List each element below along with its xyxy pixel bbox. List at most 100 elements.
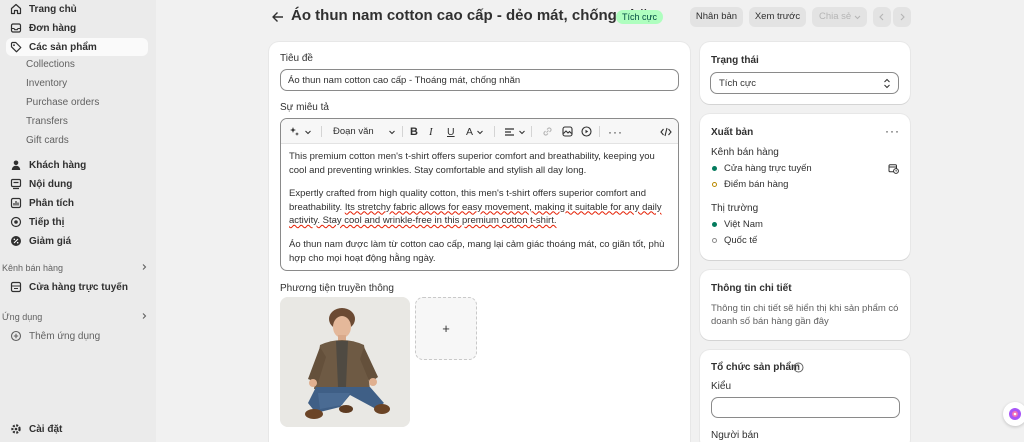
chevron-right-icon bbox=[140, 312, 148, 322]
type-input[interactable] bbox=[711, 397, 900, 418]
sales-channels-section[interactable]: Kênh bán hàng bbox=[2, 263, 148, 273]
sidebar-item-content[interactable]: Nội dung bbox=[6, 175, 148, 193]
store-icon bbox=[9, 280, 23, 294]
description-paragraph-2-flagged: Its stretchy fabric allows for easy move… bbox=[289, 201, 662, 227]
person-icon bbox=[9, 158, 23, 172]
title-input[interactable]: Áo thun nam cotton cao cấp - Thoáng mát,… bbox=[280, 69, 679, 91]
sidebar-sub-transfers[interactable]: Transfers bbox=[26, 115, 68, 129]
description-paragraph-3: Áo thun nam được làm từ cotton cao cấp, … bbox=[289, 239, 665, 264]
align-icon[interactable] bbox=[504, 124, 526, 139]
sidebar-item-label: Thêm ứng dụng bbox=[29, 330, 101, 342]
chevron-down-icon bbox=[388, 130, 395, 134]
section-heading: Kênh bán hàng bbox=[2, 263, 64, 273]
link-icon[interactable] bbox=[542, 124, 553, 139]
sidebar-item-orders[interactable]: Đơn hàng bbox=[6, 19, 148, 37]
market-international: Quốc tế bbox=[712, 235, 757, 246]
status-dot bbox=[712, 222, 717, 227]
sidebar-item-analytics[interactable]: Phân tích bbox=[6, 194, 148, 212]
underline-icon[interactable]: U bbox=[447, 124, 455, 139]
sidebar-sub-collections[interactable]: Collections bbox=[26, 58, 75, 72]
description-paragraph-2: Expertly crafted from high quality cotto… bbox=[289, 187, 669, 228]
back-arrow-icon[interactable] bbox=[271, 9, 285, 25]
markets-label: Thị trường bbox=[711, 203, 759, 214]
chevron-down-icon bbox=[305, 130, 311, 134]
channel-pos: Điểm bán hàng bbox=[712, 179, 788, 190]
target-icon bbox=[9, 215, 23, 229]
apps-section[interactable]: Ứng dụng bbox=[2, 312, 148, 322]
sidebar: Trang chủ Đơn hàng Các sản phẩm Collecti… bbox=[0, 0, 156, 442]
duplicate-button[interactable]: Nhân bản bbox=[690, 7, 743, 27]
sales-channels-label: Kênh bán hàng bbox=[711, 147, 779, 158]
sidebar-item-online-store[interactable]: Cửa hàng trực tuyến bbox=[6, 278, 148, 296]
preview-button[interactable]: Xem trước bbox=[749, 7, 806, 27]
sidebar-item-settings[interactable]: Cài đặt bbox=[6, 420, 148, 438]
description-paragraph-1: This premium cotton men's t-shirt offers… bbox=[289, 151, 655, 176]
status-dot bbox=[712, 182, 717, 187]
chevron-down-icon bbox=[854, 7, 861, 35]
next-product-button[interactable] bbox=[893, 7, 911, 27]
gear-icon bbox=[9, 422, 23, 436]
type-label: Kiểu bbox=[711, 381, 732, 392]
channel-name: Điểm bán hàng bbox=[724, 179, 789, 190]
sidebar-item-customers[interactable]: Khách hàng bbox=[6, 156, 148, 174]
sidebar-item-products[interactable]: Các sản phẩm bbox=[6, 38, 148, 56]
share-button[interactable]: Chia sẻ bbox=[812, 7, 867, 27]
add-media-button[interactable]: + bbox=[415, 297, 477, 360]
italic-icon[interactable]: I bbox=[429, 124, 433, 139]
share-label: Chia sẻ bbox=[819, 11, 852, 22]
status-select[interactable]: Tích cực bbox=[710, 72, 899, 94]
paragraph-style-select[interactable]: Đoạn văn bbox=[333, 124, 396, 139]
sidebar-item-label: Khách hàng bbox=[29, 159, 87, 171]
title-input-value: Áo thun nam cotton cao cấp - Thoáng mát,… bbox=[288, 74, 521, 86]
sidebar-sub-purchase-orders[interactable]: Purchase orders bbox=[26, 96, 99, 110]
sidebar-item-label: Giảm giá bbox=[29, 235, 72, 247]
assistant-icon bbox=[1009, 408, 1021, 420]
home-icon bbox=[9, 2, 23, 16]
description-editor[interactable]: Đoạn văn B I U A ··· This premium cotton… bbox=[280, 118, 679, 271]
description-label: Sự miêu tả bbox=[280, 102, 329, 113]
sidebar-item-home[interactable]: Trang chủ bbox=[6, 0, 148, 18]
discount-icon bbox=[9, 234, 23, 248]
market-vietnam: Việt Nam bbox=[712, 219, 763, 230]
video-icon[interactable] bbox=[581, 124, 592, 139]
sidebar-item-label: Tiếp thị bbox=[29, 216, 65, 228]
tag-icon bbox=[9, 40, 23, 54]
more-horizontal-icon[interactable]: ··· bbox=[608, 124, 623, 139]
market-name: Việt Nam bbox=[724, 219, 763, 230]
assistant-button[interactable] bbox=[1003, 402, 1024, 426]
ai-magic-button[interactable] bbox=[289, 124, 312, 139]
publishing-label: Xuất bản bbox=[711, 127, 754, 138]
image-icon[interactable] bbox=[562, 124, 573, 139]
more-horizontal-icon[interactable]: ··· bbox=[885, 124, 900, 138]
market-name: Quốc tế bbox=[724, 235, 758, 246]
status-dot bbox=[712, 238, 717, 243]
sparkle-icon bbox=[290, 127, 299, 136]
product-photo[interactable] bbox=[280, 297, 410, 427]
sidebar-item-label: Cài đặt bbox=[29, 423, 63, 435]
sidebar-sub-gift-cards[interactable]: Gift cards bbox=[26, 134, 69, 148]
page-title: Áo thun nam cotton cao cấp - dẻo mát, ch… bbox=[291, 7, 657, 24]
status-select-value: Tích cực bbox=[719, 77, 756, 89]
sidebar-item-add-app[interactable]: Thêm ứng dụng bbox=[6, 327, 148, 345]
sidebar-sub-inventory[interactable]: Inventory bbox=[26, 77, 67, 91]
paragraph-style-label: Đoạn văn bbox=[333, 126, 374, 137]
sidebar-item-label: Phân tích bbox=[29, 197, 75, 209]
info-icon[interactable] bbox=[793, 362, 804, 376]
chevron-right-icon bbox=[898, 13, 906, 30]
chevron-right-icon bbox=[140, 263, 148, 273]
sidebar-item-discounts[interactable]: Giảm giá bbox=[6, 232, 148, 250]
prev-product-button[interactable] bbox=[873, 7, 891, 27]
status-dot bbox=[712, 166, 717, 171]
bold-icon[interactable]: B bbox=[410, 124, 418, 139]
media-label: Phương tiện truyền thông bbox=[280, 283, 394, 294]
calendar-clock-icon[interactable] bbox=[888, 163, 899, 177]
sidebar-item-marketing[interactable]: Tiếp thị bbox=[6, 213, 148, 231]
organization-label: Tổ chức sản phẩm bbox=[711, 362, 800, 373]
inbox-icon bbox=[9, 21, 23, 35]
text-color-icon[interactable]: A bbox=[466, 124, 484, 139]
channel-online-store: Cửa hàng trực tuyến bbox=[712, 163, 812, 174]
insights-label: Thông tin chi tiết bbox=[711, 283, 792, 294]
product-photo-image bbox=[280, 297, 410, 427]
code-icon[interactable] bbox=[660, 124, 672, 139]
plus-circle-icon bbox=[9, 329, 23, 343]
